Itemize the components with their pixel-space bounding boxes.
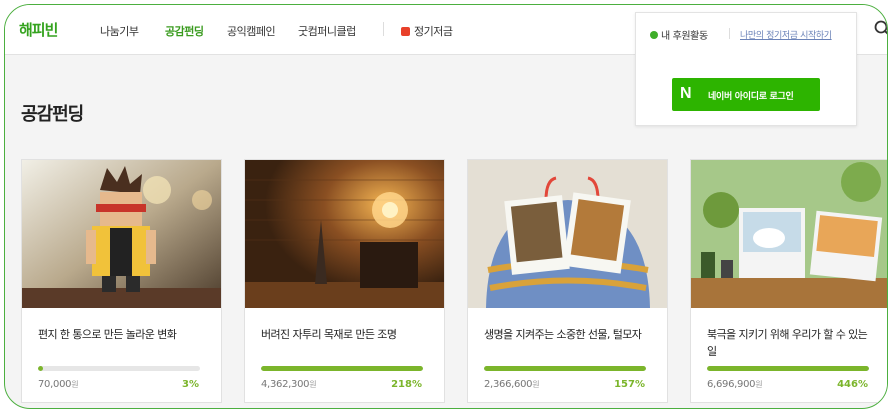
funding-progress-bar: [261, 366, 423, 371]
section-title: 공감펀딩: [21, 104, 84, 125]
status-dot-icon: [650, 31, 658, 39]
card-image-figure: [22, 160, 221, 308]
funding-amount: 2,366,600원: [484, 379, 540, 390]
naver-login-label: 네이버 아이디로 로그인: [708, 92, 794, 102]
nav-item-campaign[interactable]: 공익캠페인: [227, 23, 276, 39]
funding-progress-bar: [484, 366, 646, 371]
funding-card[interactable]: 편지 한 통으로 만든 놀라운 변화 70,000원 3%: [21, 159, 222, 403]
funding-progress-bar: [38, 366, 200, 371]
naver-logo-icon: N: [680, 85, 692, 102]
card-title: 버려진 자투리 목재로 만든 조명: [261, 328, 397, 341]
my-activity-dropdown: 내 후원활동 나만의 정기저금 시작하기 N 네이버 아이디로 로그인: [635, 12, 857, 126]
nav-item-good-company-club[interactable]: 굿컴퍼니클럽: [298, 23, 356, 39]
funding-percent: 3%: [182, 379, 199, 390]
amount-unit: 원: [532, 380, 540, 389]
card-image-knit-hat: [468, 160, 667, 308]
amount-unit: 원: [309, 380, 317, 389]
funding-amount: 70,000원: [38, 379, 79, 390]
funding-amount-value: 6,696,900: [707, 379, 756, 390]
funding-card[interactable]: 생명을 지켜주는 소중한 선물, 털모자 2,366,600원 157%: [467, 159, 668, 403]
pledge-icon: [401, 27, 410, 36]
nav-item-funding[interactable]: 공감펀딩: [165, 23, 204, 39]
funding-progress-fill: [38, 366, 43, 371]
search-icon[interactable]: [873, 19, 888, 39]
nav-item-donation[interactable]: 나눔기부: [100, 23, 139, 39]
naver-login-button[interactable]: N 네이버 아이디로 로그인: [672, 78, 820, 111]
amount-unit: 원: [71, 380, 79, 389]
funding-percent: 157%: [614, 379, 645, 390]
my-activity-label: 내 후원활동: [661, 31, 708, 42]
funding-percent: 446%: [837, 379, 868, 390]
nav-item-regular-saving-label: 정기저금: [414, 25, 453, 38]
funding-progress-fill: [707, 366, 869, 371]
funding-amount-value: 4,362,300: [261, 379, 310, 390]
site-logo[interactable]: 해피빈: [19, 19, 58, 40]
card-title: 생명을 지켜주는 소중한 선물, 털모자: [484, 328, 642, 341]
funding-amount: 6,696,900원: [707, 379, 763, 390]
funding-progress-bar: [707, 366, 869, 371]
amount-unit: 원: [755, 380, 763, 389]
funding-progress-fill: [261, 366, 423, 371]
card-image-lamp: [245, 160, 444, 308]
funding-amount-value: 2,366,600: [484, 379, 533, 390]
funding-progress-fill: [484, 366, 646, 371]
funding-card[interactable]: 버려진 자투리 목재로 만든 조명 4,362,300원 218%: [244, 159, 445, 403]
page-frame: 해피빈 나눔기부 공감펀딩 공익캠페인 굿컴퍼니클럽 정기저금 내 후원활동 나…: [4, 4, 888, 409]
card-title: 북극을 지키기 위해 우리가 할 수 있는 일: [707, 328, 868, 358]
card-image-calendar: [691, 160, 887, 308]
dropdown-divider: [729, 28, 730, 39]
funding-amount: 4,362,300원: [261, 379, 317, 390]
funding-card[interactable]: 북극을 지키기 위해 우리가 할 수 있는 일 6,696,900원 446%: [690, 159, 887, 403]
nav-item-regular-saving[interactable]: 정기저금: [401, 23, 453, 39]
my-activity-status[interactable]: 내 후원활동: [650, 27, 708, 42]
card-title: 편지 한 통으로 만든 놀라운 변화: [38, 328, 177, 341]
nav-divider: [383, 22, 384, 36]
funding-amount-value: 70,000: [38, 379, 72, 390]
funding-percent: 218%: [391, 379, 422, 390]
start-regular-saving-link[interactable]: 나만의 정기저금 시작하기: [740, 28, 832, 41]
